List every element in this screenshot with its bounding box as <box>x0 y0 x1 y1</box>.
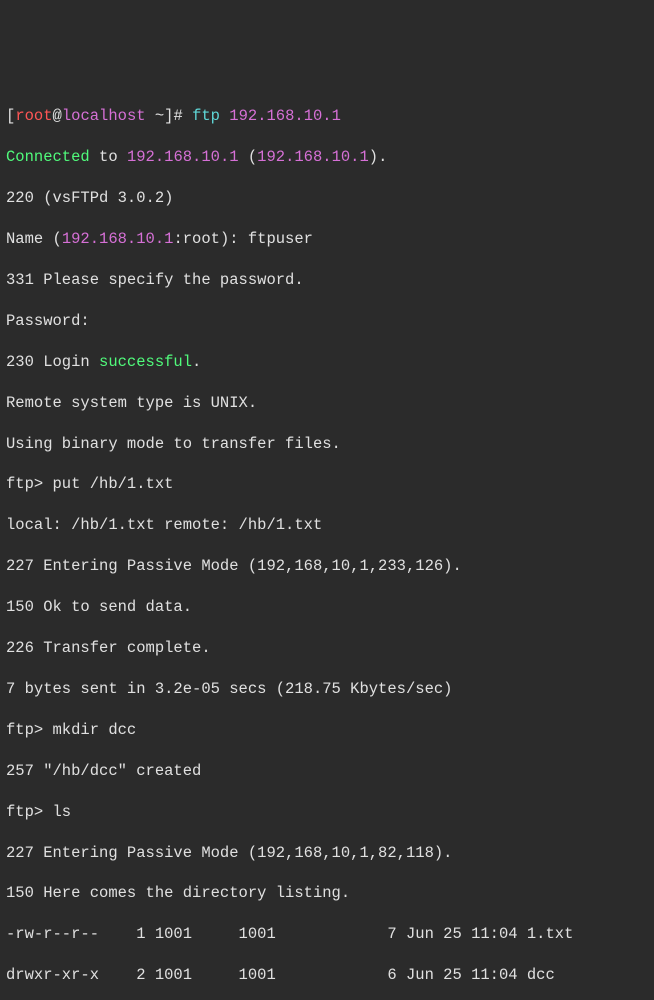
prompt-line: [root@localhost ~]# ftp 192.168.10.1 <box>6 106 648 126</box>
passive-mode-2: 227 Entering Passive Mode (192,168,10,1,… <box>6 843 648 863</box>
terminal-output: [root@localhost ~]# ftp 192.168.10.1 Con… <box>6 86 648 1000</box>
ftp-mkdir: ftp> mkdir dcc <box>6 720 648 740</box>
server-banner: 220 (vsFTPd 3.0.2) <box>6 188 648 208</box>
ftp-put: ftp> put /hb/1.txt <box>6 474 648 494</box>
system-type: Remote system type is UNIX. <box>6 393 648 413</box>
name-prompt: Name (192.168.10.1:root): ftpuser <box>6 229 648 249</box>
ok-send: 150 Ok to send data. <box>6 597 648 617</box>
file-entry: -rw-r--r-- 1 1001 1001 7 Jun 25 11:04 1.… <box>6 924 648 944</box>
password-prompt-msg: 331 Please specify the password. <box>6 270 648 290</box>
local-remote: local: /hb/1.txt remote: /hb/1.txt <box>6 515 648 535</box>
dir-created: 257 "/hb/dcc" created <box>6 761 648 781</box>
transfer-complete: 226 Transfer complete. <box>6 638 648 658</box>
connected-line: Connected to 192.168.10.1 (192.168.10.1)… <box>6 147 648 167</box>
password-label: Password: <box>6 311 648 331</box>
host: localhost <box>62 107 146 125</box>
user: root <box>15 107 52 125</box>
ftp-ls: ftp> ls <box>6 802 648 822</box>
dir-listing-header: 150 Here comes the directory listing. <box>6 883 648 903</box>
binary-mode: Using binary mode to transfer files. <box>6 434 648 454</box>
passive-mode-1: 227 Entering Passive Mode (192,168,10,1,… <box>6 556 648 576</box>
ip-arg: 192.168.10.1 <box>229 107 341 125</box>
login-success: 230 Login successful. <box>6 352 648 372</box>
dir-entry: drwxr-xr-x 2 1001 1001 6 Jun 25 11:04 dc… <box>6 965 648 985</box>
command: ftp <box>192 107 229 125</box>
bytes-sent: 7 bytes sent in 3.2e-05 secs (218.75 Kby… <box>6 679 648 699</box>
